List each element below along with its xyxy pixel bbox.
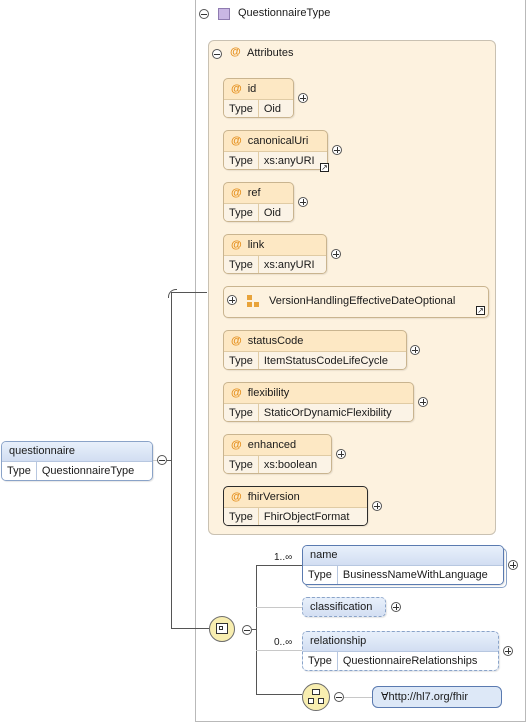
bracket-line	[171, 292, 172, 629]
sequence-branch-relationship	[256, 650, 302, 651]
element-label: relationship	[303, 632, 498, 651]
multiplicity-name: 1..∞	[274, 552, 293, 563]
attribute-name: id	[247, 83, 257, 95]
type-value: xs:anyURI	[263, 155, 315, 167]
type-value: FhirObjectFormat	[263, 511, 350, 523]
collapse-choice-toggle[interactable]	[334, 692, 344, 702]
type-value: StaticOrDynamicFlexibility	[263, 407, 392, 419]
attribute-name: enhanced	[247, 439, 297, 451]
expand-fhirVersion-toggle[interactable]	[372, 501, 382, 511]
attribute-link[interactable]: @ link Type xs:anyURI	[223, 234, 327, 274]
element-label: name	[303, 546, 503, 565]
type-key: Type	[224, 152, 259, 169]
attribute-name: link	[247, 239, 265, 251]
attribute-canonicalUri[interactable]: @ canonicalUri Type xs:anyURI	[223, 130, 328, 170]
type-value: xs:boolean	[263, 459, 318, 471]
attribute-group-ref[interactable]: VersionHandlingEffectiveDateOptional	[223, 286, 489, 318]
complex-type-name: QuestionnaireType	[238, 7, 331, 19]
expand-id-toggle[interactable]	[298, 93, 308, 103]
at-icon: @	[231, 83, 242, 95]
expand-ref-toggle[interactable]	[298, 197, 308, 207]
expand-attribute-group-toggle[interactable]	[227, 295, 237, 305]
attributes-at-icon: @	[230, 46, 241, 58]
expand-name-toggle[interactable]	[508, 560, 518, 570]
connector	[344, 697, 372, 698]
attribute-name: statusCode	[247, 335, 304, 347]
type-key: Type	[303, 566, 338, 584]
attribute-id[interactable]: @ id Type Oid	[223, 78, 294, 118]
bracket-bottom	[171, 628, 209, 629]
attribute-name: flexibility	[247, 387, 290, 399]
attributes-label: Attributes	[247, 47, 294, 59]
attribute-enhanced[interactable]: @ enhanced Type xs:boolean	[223, 434, 332, 474]
at-icon: @	[231, 135, 242, 147]
reference-arrow-icon: ↗	[320, 163, 329, 172]
type-key: Type	[2, 462, 37, 480]
multiplicity-relationship: 0..∞	[274, 637, 293, 648]
element-label: classification	[303, 598, 385, 616]
expand-relationship-toggle[interactable]	[503, 646, 513, 656]
type-key: Type	[224, 352, 259, 369]
expand-flexibility-toggle[interactable]	[418, 397, 428, 407]
at-icon: @	[231, 387, 242, 399]
expand-classification-toggle[interactable]	[391, 602, 401, 612]
type-value: QuestionnaireRelationships	[342, 655, 478, 667]
type-value: xs:anyURI	[263, 259, 315, 271]
at-icon: @	[231, 335, 242, 347]
expand-canonicalUri-toggle[interactable]	[332, 145, 342, 155]
sequence-compositor-icon[interactable]	[209, 616, 235, 642]
sequence-branch-name	[256, 565, 302, 566]
bracket-corner	[168, 289, 177, 298]
type-key: Type	[303, 652, 338, 670]
type-value: Oid	[263, 207, 281, 219]
collapse-complex-type-toggle[interactable]	[199, 9, 209, 19]
element-name[interactable]: name Type BusinessNameWithLanguage	[302, 545, 504, 585]
type-key: Type	[224, 508, 259, 525]
attribute-flexibility[interactable]: @ flexibility Type StaticOrDynamicFlexibil…	[223, 382, 414, 422]
choice-compositor-icon[interactable]	[302, 683, 330, 711]
sequence-bracket-line	[256, 565, 257, 695]
at-icon: @	[231, 491, 242, 503]
element-relationship[interactable]: relationship Type QuestionnaireRelationsh…	[302, 631, 499, 671]
type-value: BusinessNameWithLanguage	[342, 569, 488, 581]
collapse-attributes-toggle[interactable]	[212, 49, 222, 59]
type-key: Type	[224, 456, 259, 473]
expand-link-toggle[interactable]	[331, 249, 341, 259]
expand-statusCode-toggle[interactable]	[410, 345, 420, 355]
type-value: ItemStatusCodeLifeCycle	[263, 355, 388, 367]
at-icon: @	[231, 187, 242, 199]
type-key: Type	[224, 404, 259, 421]
element-name: questionnaire	[2, 442, 152, 461]
attribute-name: ref	[247, 187, 261, 199]
type-key: Type	[224, 100, 259, 117]
type-key: Type	[224, 256, 259, 273]
attribute-name: canonicalUri	[247, 135, 309, 147]
collapse-sequence-toggle[interactable]	[242, 625, 252, 635]
attribute-statusCode[interactable]: @ statusCode Type ItemStatusCodeLifeCycle	[223, 330, 407, 370]
complex-type-icon	[218, 8, 230, 20]
root-element-questionnaire[interactable]: questionnaire Type QuestionnaireType	[1, 441, 153, 481]
attribute-ref[interactable]: @ ref Type Oid	[223, 182, 294, 222]
attribute-fhirVersion[interactable]: @ fhirVersion Type FhirObjectFormat	[223, 486, 368, 526]
any-element-hl7-fhir[interactable]: ∀http://hl7.org/fhir	[372, 686, 502, 708]
type-value: Oid	[263, 103, 281, 115]
collapse-root-toggle[interactable]	[157, 455, 167, 465]
at-icon: @	[231, 439, 242, 451]
attribute-group-icon	[247, 295, 260, 308]
type-value: QuestionnaireType	[41, 465, 135, 477]
element-classification[interactable]: classification	[302, 597, 386, 617]
type-key: Type	[224, 204, 259, 221]
sequence-branch-classification	[256, 607, 302, 608]
at-icon: @	[231, 239, 242, 251]
reference-arrow-icon: ↗	[476, 306, 485, 315]
attribute-name: fhirVersion	[247, 491, 300, 503]
attribute-group-name: VersionHandlingEffectiveDateOptional	[269, 295, 456, 307]
expand-enhanced-toggle[interactable]	[336, 449, 346, 459]
sequence-branch-any	[256, 694, 302, 695]
